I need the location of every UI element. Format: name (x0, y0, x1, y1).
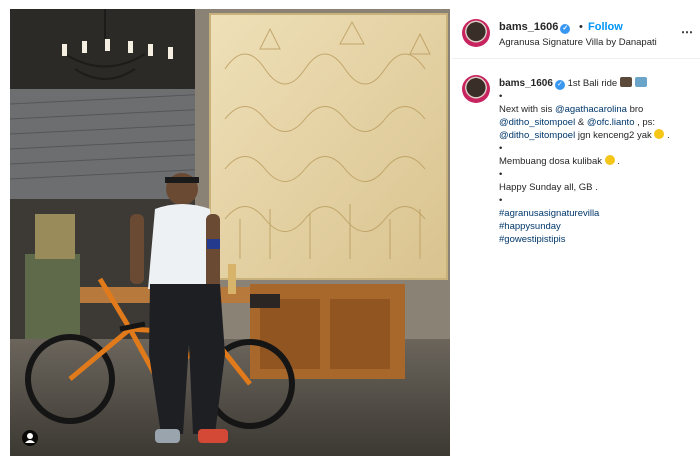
mention-link[interactable]: @ditho_sitompoel (499, 130, 575, 141)
tagged-user-icon[interactable] (22, 430, 38, 446)
bicycle-emoji-icon (634, 77, 647, 87)
caption-author-avatar[interactable] (462, 75, 490, 103)
caption-text-segment: . (614, 156, 620, 167)
smile-emoji-icon (604, 155, 615, 165)
caption-title: 1st Bali ride (567, 78, 618, 89)
caption-bullet: • (499, 195, 503, 206)
mention-link[interactable]: @ditho_sitompoel (499, 117, 575, 128)
post-side-panel: bams_1606 ✓ • Follow Agranusa Signature V… (452, 9, 700, 456)
username-text[interactable]: bams_1606 (499, 21, 558, 33)
caption-text-segment: & (575, 117, 587, 128)
caption-text-segment: Next with sis (499, 104, 555, 115)
instagram-post: bams_1606 ✓ • Follow Agranusa Signature V… (0, 0, 700, 465)
hashtag-link[interactable]: #happysunday (499, 220, 694, 233)
author-username[interactable]: bams_1606 ✓ (499, 21, 571, 34)
smile-emoji-icon (654, 129, 665, 139)
post-image (10, 9, 450, 456)
verified-badge-icon: ✓ (554, 80, 565, 90)
mention-link[interactable]: @ofc.lianto (587, 117, 635, 128)
caption-text-segment: Membuang dosa kulibak (499, 156, 602, 167)
bicycle-emoji-icon (619, 77, 632, 87)
verified-badge-icon: ✓ (560, 24, 571, 34)
caption-bullet: • (499, 91, 503, 102)
post-location[interactable]: Agranusa Signature Villa by Danapati (499, 37, 657, 48)
caption-username[interactable]: bams_1606 (499, 78, 553, 89)
caption-text-segment: . (664, 130, 670, 141)
caption-text-segment: , ps: (634, 117, 656, 128)
author-avatar[interactable] (462, 19, 490, 47)
caption-bullet: • (499, 143, 503, 154)
mention-link[interactable]: @agathacarolina (555, 104, 627, 115)
post-header: bams_1606 ✓ • Follow Agranusa Signature V… (452, 9, 700, 59)
post-caption: bams_1606 ✓ 1st Bali ride • Next with sis… (452, 59, 700, 245)
caption-happy-line: Happy Sunday all, GB . (499, 182, 598, 193)
header-separator: • (579, 21, 583, 33)
post-photo[interactable] (10, 9, 450, 456)
caption-text: bams_1606 ✓ 1st Bali ride • Next with sis… (499, 77, 694, 246)
follow-button[interactable]: Follow (588, 21, 623, 33)
caption-text-segment: bro (626, 104, 644, 115)
hashtag-link[interactable]: #agranusasignaturevilla (499, 207, 694, 220)
caption-text-segment: jgn kenceng2 yak (575, 130, 652, 141)
hashtag-link[interactable]: #gowestipistipis (499, 233, 694, 246)
caption-bullet: • (499, 169, 503, 180)
more-options-icon[interactable]: ⋯ (681, 25, 694, 39)
